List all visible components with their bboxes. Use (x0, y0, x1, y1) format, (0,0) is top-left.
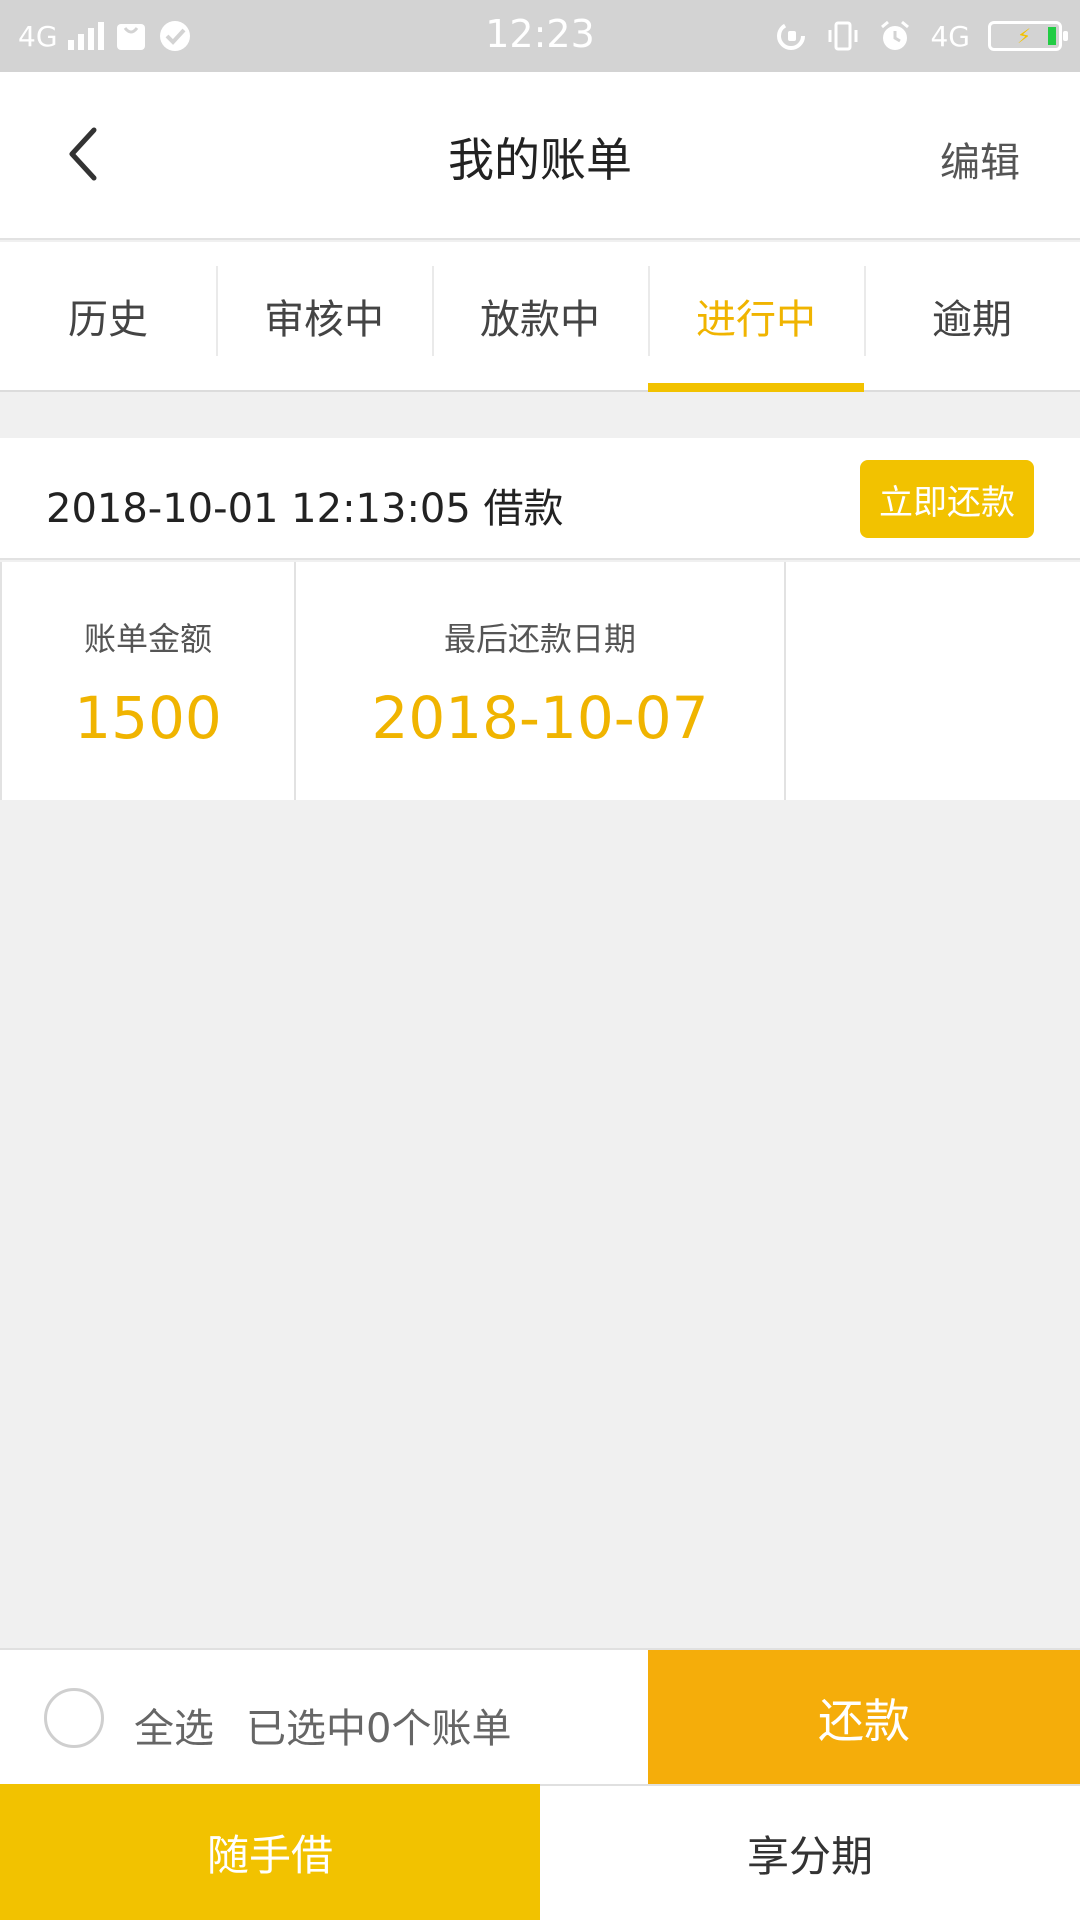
bill-amount-label: 账单金额 (83, 620, 212, 658)
status-bar: 4G 12:23 4G ⚡ (0, 0, 1080, 72)
select-all-checkbox[interactable] (44, 1688, 104, 1748)
tab-reviewing[interactable]: 审核中 (216, 242, 432, 390)
bill-amount-cell: 账单金额 1500 (0, 562, 294, 800)
due-date-label: 最后还款日期 (443, 620, 636, 658)
app-header: 我的账单 编辑 (0, 72, 1080, 240)
alarm-icon (881, 20, 910, 50)
charging-icon: ⚡ (1017, 24, 1032, 48)
repay-now-button[interactable]: 立即还款 (860, 460, 1034, 538)
network-type-right: 4G (930, 19, 970, 53)
edit-button[interactable]: 编辑 (940, 130, 1020, 188)
tab-overdue[interactable]: 逾期 (864, 242, 1080, 390)
nav-installment[interactable]: 享分期 (540, 1784, 1080, 1920)
repay-button[interactable]: 还款 (648, 1650, 1080, 1786)
rotation-lock-icon (777, 22, 806, 50)
tab-history[interactable]: 历史 (0, 242, 216, 390)
tab-disbursing[interactable]: 放款中 (432, 242, 648, 390)
select-all-label[interactable]: 全选 (134, 1696, 214, 1754)
due-date-value: 2018-10-07 (371, 684, 709, 752)
selection-bar: 全选 已选中0个账单 还款 (0, 1648, 1080, 1786)
loan-time: 2018-10-01 12:13:05 借款 (46, 486, 564, 532)
nav-quick-loan[interactable]: 随手借 (0, 1784, 540, 1920)
empty-cell (784, 562, 1080, 800)
page-title: 我的账单 (448, 133, 632, 187)
tab-in-progress[interactable]: 进行中 (648, 242, 864, 392)
vibrate-icon (828, 21, 858, 51)
bill-card-body[interactable]: 账单金额 1500 最后还款日期 2018-10-07 (0, 562, 1080, 800)
screen: 4G 12:23 4G ⚡ 我的账单 编辑 历史 审核中 放款中 进行中 逾期 … (0, 0, 1080, 1920)
battery-icon: ⚡ (988, 21, 1068, 51)
bill-amount-value: 1500 (74, 684, 222, 752)
bill-status-tabs: 历史 审核中 放款中 进行中 逾期 (0, 242, 1080, 392)
status-right: 4G ⚡ (774, 14, 1068, 58)
bill-card-header: 2018-10-01 12:13:05 借款 立即还款 (0, 438, 1080, 560)
selected-count: 已选中0个账单 (246, 1706, 512, 1752)
due-date-cell: 最后还款日期 2018-10-07 (294, 562, 784, 800)
bottom-nav: 随手借 享分期 (0, 1784, 1080, 1920)
